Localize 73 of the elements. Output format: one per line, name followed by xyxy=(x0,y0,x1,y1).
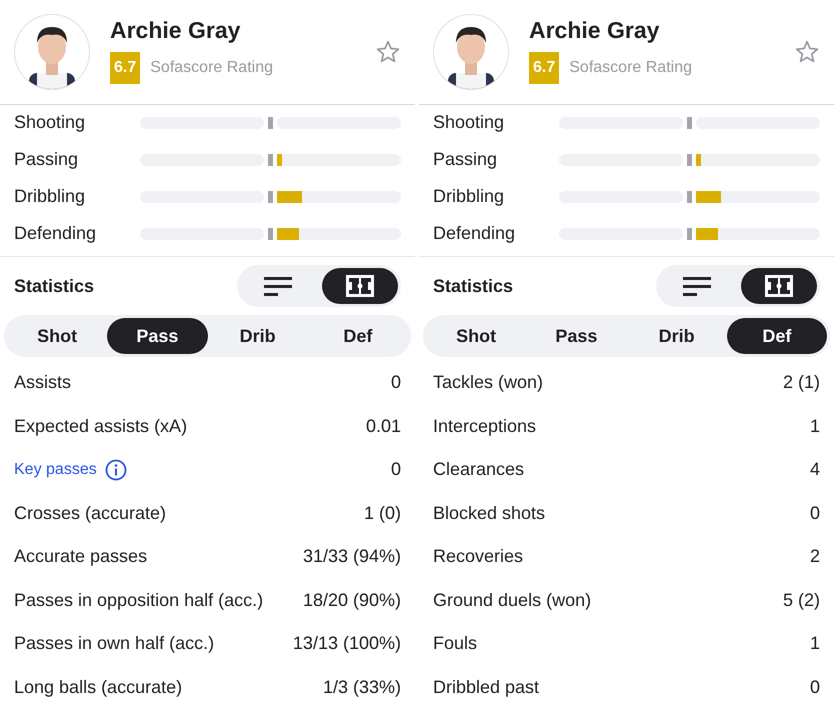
stat-value: 0 xyxy=(390,459,401,480)
stat-tab[interactable]: Drib xyxy=(626,318,727,354)
stat-label: Interceptions xyxy=(433,416,536,437)
bar-marker xyxy=(268,116,273,128)
stat-value: 13/13 (100%) xyxy=(292,633,401,654)
stat-tab[interactable]: Pass xyxy=(107,318,208,354)
pitch-view-button[interactable] xyxy=(741,268,817,304)
stat-link[interactable]: Key passes xyxy=(14,460,97,479)
pitch-icon xyxy=(765,275,793,297)
list-icon xyxy=(683,275,711,297)
stat-tab[interactable]: Def xyxy=(308,318,408,354)
stat-value: 0 xyxy=(810,502,820,524)
star-icon[interactable] xyxy=(794,39,820,65)
stat-value: 4 xyxy=(810,459,820,480)
star-icon[interactable] xyxy=(375,39,401,65)
stat-label: Dribbled past xyxy=(433,676,540,698)
stat-value: 2 xyxy=(810,546,820,568)
rating-badge: 6.7 xyxy=(110,52,140,84)
stat-value: 0.01 xyxy=(366,416,401,437)
bar-marker xyxy=(687,190,692,202)
stat-value: 0 xyxy=(390,372,401,394)
stat-label: Assists xyxy=(14,372,72,394)
stat-value: 2 (1) xyxy=(782,372,820,394)
rating-label: Sofascore Rating xyxy=(150,58,273,76)
stat-label: Tackles (won) xyxy=(433,372,544,394)
stat-value: 1 xyxy=(810,633,820,654)
bar-marker xyxy=(268,190,273,202)
rating-label: Sofascore Rating xyxy=(569,58,692,76)
stat-label: Fouls xyxy=(433,633,478,654)
section-title: Statistics xyxy=(433,276,514,296)
stat-value: 5 (2) xyxy=(782,590,820,611)
player-name: Archie Gray xyxy=(110,16,242,44)
section-title: Statistics xyxy=(14,276,94,296)
player-name: Archie Gray xyxy=(529,16,660,44)
stat-label: Passes in opposition half (acc.) xyxy=(14,590,264,611)
attribute-name: Passing xyxy=(14,149,80,170)
rating-badge: 6.7 xyxy=(529,52,560,84)
stat-tab[interactable]: Def xyxy=(726,318,827,354)
bar-marker xyxy=(268,154,273,166)
stat-label: Accurate passes xyxy=(14,546,148,568)
bar-marker xyxy=(687,154,692,166)
attribute-name: Passing xyxy=(433,149,498,170)
attribute-name: Defending xyxy=(14,223,98,244)
stat-label: Recoveries xyxy=(433,546,524,568)
stat-value: 1 xyxy=(810,416,820,437)
stat-value: 18/20 (90%) xyxy=(302,590,401,611)
stat-value: 0 xyxy=(810,676,820,698)
stat-label: Ground duels (won) xyxy=(433,590,592,611)
stat-tab[interactable]: Drib xyxy=(208,318,308,354)
bar-marker xyxy=(268,228,273,240)
attribute-name: Defending xyxy=(433,223,516,244)
stat-label: Passes in own half (acc.) xyxy=(14,633,214,654)
pitch-icon xyxy=(346,275,374,297)
stat-value: 31/33 (94%) xyxy=(302,546,401,568)
bar-marker xyxy=(687,228,692,240)
attribute-name: Dribbling xyxy=(433,186,506,207)
stat-tab[interactable]: Shot xyxy=(7,318,108,354)
stat-label: Clearances xyxy=(433,459,524,480)
bar-marker xyxy=(687,116,692,128)
attribute-name: Shooting xyxy=(433,112,506,133)
stat-tab[interactable]: Pass xyxy=(526,318,626,354)
stat-label: Blocked shots xyxy=(433,502,546,524)
attribute-name: Shooting xyxy=(14,112,86,133)
stat-tab[interactable]: Shot xyxy=(426,318,526,354)
stat-label: Expected assists (xA) xyxy=(14,416,188,437)
info-icon[interactable] xyxy=(104,458,127,481)
pitch-view-button[interactable] xyxy=(322,268,398,304)
stat-label: Long balls (accurate) xyxy=(14,676,182,698)
stat-label: Crosses (accurate) xyxy=(14,502,166,524)
list-icon xyxy=(264,275,292,297)
stat-value: 1 (0) xyxy=(364,502,401,524)
attribute-name: Dribbling xyxy=(14,186,86,207)
stat-value: 1/3 (33%) xyxy=(322,676,401,698)
